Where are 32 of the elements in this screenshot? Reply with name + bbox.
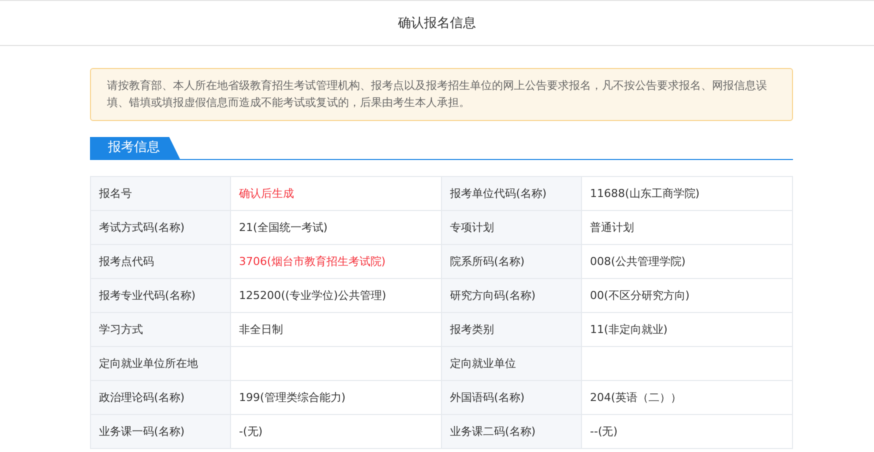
field-label: 报考单位代码(名称) <box>442 176 582 210</box>
field-label: 外国语码(名称) <box>442 380 582 414</box>
field-label: 报考专业代码(名称) <box>90 278 230 312</box>
field-value: 普通计划 <box>582 210 792 244</box>
field-value: 21(全国统一考试) <box>230 210 442 244</box>
field-value: 非全日制 <box>230 312 442 346</box>
field-value: -(无) <box>230 414 442 448</box>
field-value: 3706(烟台市教育招生考试院) <box>230 244 442 278</box>
notice-banner: 请按教育部、本人所在地省级教育招生考试管理机构、报考点以及报考招生单位的网上公告要求报名，凡不按公告要求报名、网报信息误填、错填或填报虚假信息而造成不能考试或复试的，后果由考生本人承担。 <box>90 68 793 121</box>
field-value: 199(管理类综合能力) <box>230 380 442 414</box>
field-label: 政治理论码(名称) <box>90 380 230 414</box>
field-value: 008(公共管理学院) <box>582 244 792 278</box>
field-value: 204(英语（二）） <box>582 380 792 414</box>
page-title: 确认报名信息 <box>398 15 476 32</box>
field-value: --(无) <box>582 414 792 448</box>
field-label: 定向就业单位所在地 <box>90 346 230 380</box>
field-label: 专项计划 <box>442 210 582 244</box>
field-label: 报考类别 <box>442 312 582 346</box>
field-value: 11(非定向就业) <box>582 312 792 346</box>
field-label: 报名号 <box>90 176 230 210</box>
field-label: 定向就业单位 <box>442 346 582 380</box>
field-label: 业务课二码(名称) <box>442 414 582 448</box>
field-value: 00(不区分研究方向) <box>582 278 792 312</box>
field-label: 业务课一码(名称) <box>90 414 230 448</box>
field-value: 11688(山东工商学院) <box>582 176 792 210</box>
field-value: 确认后生成 <box>230 176 442 210</box>
field-label: 考试方式码(名称) <box>90 210 230 244</box>
field-label: 报考点代码 <box>90 244 230 278</box>
field-label: 研究方向码(名称) <box>442 278 582 312</box>
field-value: 125200((专业学位)公共管理) <box>230 278 442 312</box>
field-label: 学习方式 <box>90 312 230 346</box>
field-label: 院系所码(名称) <box>442 244 582 278</box>
